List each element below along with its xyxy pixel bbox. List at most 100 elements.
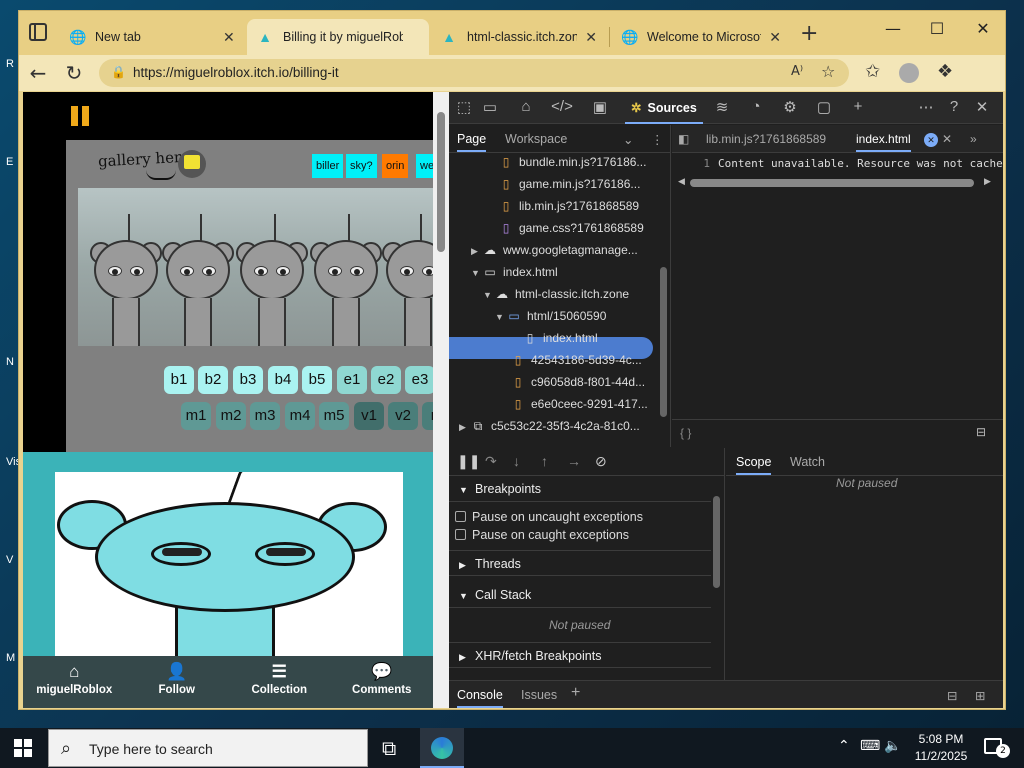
- network-icon[interactable]: ≋: [711, 98, 733, 116]
- elements-icon[interactable]: </>: [551, 98, 573, 115]
- help-icon[interactable]: ?: [943, 98, 965, 115]
- task-view-icon[interactable]: ⧉: [382, 736, 396, 760]
- character-button-orin[interactable]: orin: [382, 154, 409, 178]
- gallery-folder-icon[interactable]: [178, 150, 206, 178]
- taskbar-search[interactable]: ⌕ Type here to search: [48, 729, 368, 767]
- favorites-icon[interactable]: ✩: [865, 61, 880, 82]
- creator-link[interactable]: ⌂ miguelRoblox: [23, 656, 126, 708]
- tree-item[interactable]: ▯ game.css?1761868589: [499, 217, 644, 239]
- beat-button[interactable]: m3: [250, 402, 280, 430]
- more-tabs-icon[interactable]: »: [970, 132, 977, 146]
- code-line[interactable]: 1 Content unavailable. Resource was not c…: [672, 157, 1002, 170]
- beat-button[interactable]: m4: [285, 402, 315, 430]
- tab-new-tab[interactable]: 🌐 New tab ✕: [59, 19, 245, 55]
- sidebar-toggle-icon[interactable]: ◧: [678, 132, 689, 146]
- minimize-button[interactable]: —: [873, 19, 913, 38]
- system-clock[interactable]: 5:08 PM 11/2/2025: [910, 731, 972, 765]
- step-out-icon[interactable]: ↑: [541, 453, 548, 469]
- character-button-we[interactable]: we: [416, 154, 433, 178]
- collapse-arrow-icon[interactable]: ▼: [495, 306, 507, 328]
- section-threads[interactable]: ▶ Threads: [449, 550, 711, 576]
- pause-caught-checkbox[interactable]: Pause on caught exceptions: [455, 528, 629, 542]
- collection-button[interactable]: ☰ Collection: [228, 656, 331, 708]
- tab-console[interactable]: Console: [457, 688, 503, 708]
- dock-icon[interactable]: ⊟: [947, 688, 957, 703]
- tree-item[interactable]: ▯ game.min.js?176186...: [499, 173, 641, 195]
- beat-button[interactable]: b2: [198, 366, 228, 394]
- read-aloud-icon[interactable]: A⁾: [791, 64, 803, 79]
- more-tools-icon[interactable]: +: [847, 98, 869, 115]
- coverage-icon[interactable]: ⊟: [976, 425, 986, 439]
- chevron-down-icon[interactable]: ⌄: [623, 132, 633, 147]
- beat-button[interactable]: b5: [302, 366, 332, 394]
- show-hidden-icons-icon[interactable]: ⌃: [838, 738, 850, 754]
- close-icon[interactable]: ✕: [924, 133, 938, 147]
- game-frame[interactable]: gallery here biller sky? orin we b1 b2 b…: [23, 92, 433, 708]
- beat-button[interactable]: m: [422, 402, 433, 430]
- navigator-scrollbar[interactable]: [660, 267, 667, 417]
- beat-button[interactable]: b4: [268, 366, 298, 394]
- pause-uncaught-checkbox[interactable]: Pause on uncaught exceptions: [455, 510, 643, 524]
- network-icon[interactable]: ⌨: [860, 738, 880, 754]
- refresh-button[interactable]: ↻: [61, 61, 87, 85]
- back-button[interactable]: ←: [25, 61, 51, 85]
- tree-item[interactable]: ▼ ☁ html-classic.itch.zone: [483, 283, 629, 305]
- expand-arrow-icon[interactable]: ▶: [459, 416, 471, 438]
- collapse-arrow-icon[interactable]: ▼: [471, 262, 483, 284]
- character-button-sky[interactable]: sky?: [346, 154, 377, 178]
- comments-button[interactable]: 💬 Comments: [331, 656, 434, 708]
- section-call-stack[interactable]: ▼ Call Stack: [449, 582, 711, 608]
- collapse-arrow-icon[interactable]: ▼: [483, 284, 495, 306]
- tree-item[interactable]: ▯ c96058d8-f801-44d...: [511, 371, 645, 393]
- more-vertical-icon[interactable]: ⋮: [651, 132, 664, 147]
- copilot-icon[interactable]: ❖: [937, 61, 953, 82]
- beat-button[interactable]: m5: [319, 402, 349, 430]
- step-icon[interactable]: →: [567, 453, 581, 469]
- beat-button[interactable]: m1: [181, 402, 211, 430]
- pause-icon[interactable]: [71, 106, 91, 126]
- tree-item[interactable]: ▶ ☁ www.googletagmanage...: [471, 239, 638, 261]
- tree-item-selected[interactable]: ▯ index.html: [523, 327, 598, 349]
- performance-icon[interactable]: ◔: [745, 98, 767, 115]
- scroll-right-icon[interactable]: ▶: [984, 176, 991, 187]
- step-over-icon[interactable]: ↷: [485, 453, 497, 470]
- tab-sources[interactable]: ✲ Sources: [625, 92, 703, 124]
- tree-item[interactable]: ▯ lib.min.js?1761868589: [499, 195, 639, 217]
- step-into-icon[interactable]: ↓: [513, 453, 520, 469]
- expand-arrow-icon[interactable]: ▶: [471, 240, 483, 262]
- debugger-scrollbar[interactable]: [713, 496, 720, 588]
- desktop-icon-label[interactable]: M: [6, 652, 15, 664]
- follow-button[interactable]: 👤 Follow: [126, 656, 229, 708]
- beat-button[interactable]: e3: [405, 366, 433, 394]
- beat-button[interactable]: v1: [354, 402, 384, 430]
- tab-html-classic[interactable]: ▲ html-classic.itch.zone/h ✕: [431, 19, 607, 55]
- tree-item[interactable]: ▯ e6e0ceec-9291-417...: [511, 393, 648, 415]
- welcome-home-icon[interactable]: ⌂: [515, 98, 537, 115]
- pause-icon[interactable]: ❚❚: [457, 453, 480, 470]
- url-text[interactable]: https://miguelroblox.itch.io/billing-it: [133, 65, 339, 80]
- tree-item[interactable]: ▯ 42543186-5d39-4c...: [511, 349, 642, 371]
- favorite-star-icon[interactable]: ☆: [821, 62, 835, 81]
- device-toolbar-icon[interactable]: ▭: [479, 98, 501, 116]
- application-icon[interactable]: ▢: [813, 98, 835, 116]
- tree-item[interactable]: ▼ ▭ index.html: [471, 261, 558, 283]
- deactivate-breakpoints-icon[interactable]: ⊘: [595, 453, 607, 470]
- settings-gear-icon[interactable]: ⚙: [779, 98, 801, 116]
- close-icon[interactable]: ✕: [769, 29, 781, 46]
- edge-taskbar-icon[interactable]: [420, 728, 464, 768]
- beat-button[interactable]: v2: [388, 402, 418, 430]
- tab-watch[interactable]: Watch: [790, 455, 825, 469]
- beat-button[interactable]: b3: [233, 366, 263, 394]
- character-button-biller[interactable]: biller: [312, 154, 344, 178]
- volume-icon[interactable]: 🔈: [884, 738, 901, 754]
- profile-avatar-icon[interactable]: [899, 63, 919, 83]
- add-tab-icon[interactable]: +: [571, 684, 580, 702]
- close-window-button[interactable]: ✕: [963, 19, 1003, 38]
- desktop-icon-label[interactable]: N: [6, 356, 14, 368]
- tab-issues[interactable]: Issues: [521, 688, 557, 702]
- beat-button[interactable]: m2: [216, 402, 246, 430]
- editor-tab-index[interactable]: index.html: [856, 132, 911, 152]
- section-breakpoints[interactable]: ▼ Breakpoints: [449, 476, 711, 502]
- tab-welcome-microsoft[interactable]: 🌐 Welcome to Microsoft ✕: [611, 19, 791, 55]
- desktop-icon-label[interactable]: R: [6, 58, 14, 70]
